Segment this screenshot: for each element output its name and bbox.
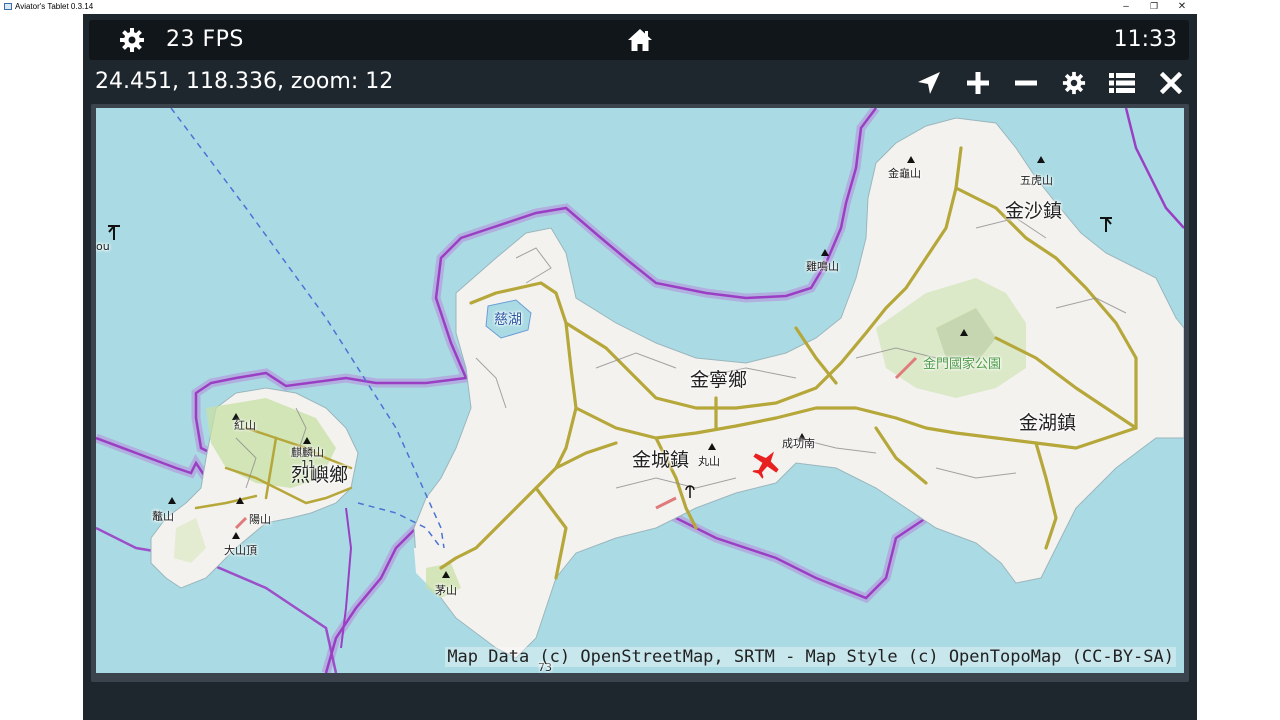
map-label-jixianshan: 雞鳴山 bbox=[806, 260, 839, 273]
gear-icon[interactable] bbox=[119, 27, 145, 53]
clock: 11:33 bbox=[1113, 27, 1177, 52]
zoom-out-icon[interactable] bbox=[1011, 68, 1041, 98]
locate-icon[interactable] bbox=[914, 68, 944, 98]
map-label-jinsha: 金沙鎮 bbox=[1005, 200, 1063, 222]
map-toolbar: 24.451, 118.336, zoom: 12 bbox=[83, 64, 1197, 104]
map-label-yangshan: 陽山 bbox=[249, 513, 271, 526]
map-label-qishan: 鼇山 bbox=[152, 510, 174, 523]
map-label-jincheng: 金城鎮 bbox=[632, 449, 690, 471]
fps-counter: 23 FPS bbox=[166, 27, 244, 52]
window-title: Aviator's Tablet 0.3.14 bbox=[15, 2, 94, 11]
map-canvas bbox=[96, 108, 1184, 673]
map-label-hongshan: 紅山 bbox=[234, 419, 256, 432]
status-bar: 23 FPS 11:33 bbox=[89, 20, 1189, 60]
window-close-button[interactable]: ✕ bbox=[1168, 0, 1196, 14]
app-window: 23 FPS 11:33 24.451, 118.336, zoom: 12 金… bbox=[83, 14, 1197, 720]
map-label-dashanding: 大山頂 bbox=[224, 544, 257, 557]
list-icon[interactable] bbox=[1107, 68, 1137, 98]
map-label-jinhu: 金湖鎮 bbox=[1019, 412, 1077, 434]
map-label-edge: ou bbox=[96, 240, 110, 253]
map-label-jinguishan: 金龜山 bbox=[888, 167, 921, 180]
os-title-bar: Aviator's Tablet 0.3.14 – ❐ ✕ bbox=[0, 0, 1280, 14]
map-label-chenggong: 成功南 bbox=[782, 437, 815, 450]
settings-icon[interactable] bbox=[1059, 68, 1089, 98]
map-view[interactable]: 金寧鄉 金城鎮 金湖鎮 金沙鎮 烈嶼鄉 慈湖 金門國家公園 成功南 雞鳴山 金龜… bbox=[96, 108, 1184, 673]
map-label-wanshan: 丸山 bbox=[698, 455, 720, 468]
restore-button[interactable]: ❐ bbox=[1140, 0, 1168, 14]
map-frame: 金寧鄉 金城鎮 金湖鎮 金沙鎮 烈嶼鄉 慈湖 金門國家公園 成功南 雞鳴山 金龜… bbox=[91, 104, 1189, 682]
map-label-wuhushan: 五虎山 bbox=[1020, 174, 1053, 187]
map-label-road-11: 11 bbox=[301, 458, 315, 471]
home-icon[interactable] bbox=[627, 27, 653, 53]
map-label-lieyu: 烈嶼鄉 bbox=[291, 464, 349, 486]
map-label-park: 金門國家公園 bbox=[923, 357, 1002, 372]
map-label-jinning: 金寧鄉 bbox=[690, 369, 748, 391]
minimize-button[interactable]: – bbox=[1112, 0, 1140, 14]
app-icon bbox=[4, 3, 12, 10]
zoom-in-icon[interactable] bbox=[963, 68, 993, 98]
close-icon[interactable] bbox=[1156, 68, 1186, 98]
coordinates-readout: 24.451, 118.336, zoom: 12 bbox=[95, 69, 394, 94]
map-attribution: Map Data (c) OpenStreetMap, SRTM - Map S… bbox=[445, 647, 1176, 667]
map-label-maoshan: 茅山 bbox=[435, 584, 457, 597]
map-label-cihu: 慈湖 bbox=[494, 312, 522, 328]
